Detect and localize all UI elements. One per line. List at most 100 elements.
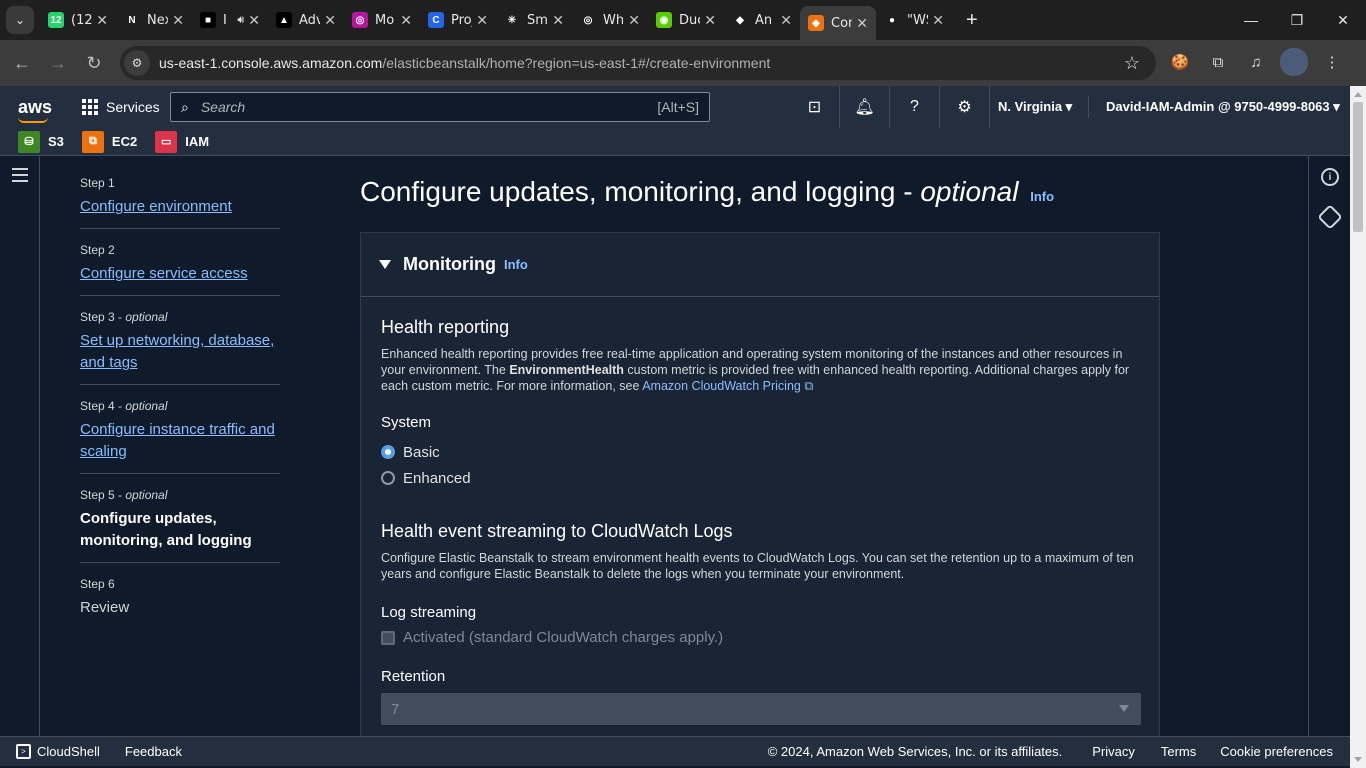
cloudshell-icon[interactable]: ⊡ [790, 86, 840, 128]
browser-tab[interactable]: 12 (12)✕ [40, 0, 116, 40]
tab-favicon-icon: ◎ [580, 12, 596, 28]
omnibox[interactable]: ⚙ us-east-1.console.aws.amazon.com/elast… [120, 46, 1156, 80]
step-title[interactable]: Configure instance traffic and scaling [80, 419, 280, 463]
browser-tab[interactable]: ✳ Sma✕ [496, 0, 572, 40]
health-streaming-description: Configure Elastic Beanstalk to stream en… [381, 551, 1134, 581]
radio-enhanced[interactable]: Enhanced [381, 465, 1139, 491]
tab-close-icon[interactable]: ✕ [96, 12, 108, 29]
terms-link[interactable]: Terms [1161, 744, 1196, 759]
log-streaming-checkbox[interactable]: Activated (standard CloudWatch charges a… [381, 629, 1139, 646]
tab-close-icon[interactable]: ✕ [400, 12, 412, 29]
tab-close-icon[interactable]: ✕ [704, 12, 716, 29]
services-menu-button[interactable]: Services [82, 99, 160, 115]
media-controls-icon[interactable]: ♫ [1242, 48, 1270, 76]
tab-close-icon[interactable]: ✕ [552, 12, 564, 29]
tab-close-icon[interactable]: ✕ [932, 12, 944, 29]
help-icon[interactable]: ? [890, 86, 940, 128]
hamburger-menu-icon[interactable] [12, 168, 28, 186]
account-menu[interactable]: David-IAM-Admin @ 9750-4999-8063 ▾ [1106, 99, 1340, 115]
tab-close-icon[interactable]: ✕ [628, 12, 640, 29]
minimize-button[interactable]: — [1228, 0, 1274, 40]
tab-strip: 12(12)✕NNex✕■I🔊︎✕▲Adv✕◎Mo✕CProj✕✳Sma✕◎Wh… [40, 0, 952, 40]
tab-close-icon[interactable]: ✕ [780, 12, 792, 29]
tab-close-icon[interactable]: ✕ [172, 12, 184, 29]
reload-button[interactable]: ↻ [76, 45, 112, 81]
close-window-button[interactable]: ✕ [1320, 0, 1366, 40]
browser-tab[interactable]: ◈ Con ✕ [800, 6, 876, 40]
wizard-step: Step 4 - optional Configure instance traf… [80, 399, 280, 474]
chevron-down-icon [1119, 705, 1129, 712]
settings-gear-icon[interactable]: ⚙ [940, 86, 990, 128]
profile-avatar[interactable] [1280, 48, 1308, 76]
back-button[interactable]: ← [4, 45, 40, 81]
tab-close-icon[interactable]: ✕ [856, 15, 868, 32]
info-panel-icon[interactable]: i [1321, 168, 1339, 186]
tab-title: I [223, 12, 227, 28]
cookie-preferences-link[interactable]: Cookie preferences [1220, 744, 1333, 759]
step-title[interactable]: Set up networking, database, and tags [80, 330, 280, 374]
radio-basic[interactable]: Basic [381, 439, 1139, 465]
tab-title: Nex [147, 12, 168, 28]
url-text[interactable]: us-east-1.console.aws.amazon.com/elastic… [159, 55, 770, 71]
extensions-puzzle-icon[interactable]: ⧉ [1204, 48, 1232, 76]
favorite-iam[interactable]: ▭ IAM [155, 130, 209, 153]
monitoring-info-link[interactable]: Info [504, 257, 528, 272]
wizard-step: Step 6 Review [80, 577, 280, 629]
search-input[interactable]: ⌕ Search [Alt+S] [170, 92, 710, 122]
wizard-step: Step 5 - optional Configure updates, moni… [80, 488, 280, 563]
ec2-icon: ⧉ [81, 130, 104, 153]
scrollbar-thumb[interactable] [1353, 102, 1363, 232]
tab-favicon-icon: ▲ [276, 12, 292, 28]
site-info-icon[interactable]: ⚙ [124, 50, 150, 76]
tab-audio-icon[interactable]: 🔊︎ [237, 14, 244, 27]
monitoring-panel: Monitoring Info Health reporting Enhance… [360, 232, 1160, 736]
tools-hexagon-icon[interactable] [1317, 204, 1343, 230]
browser-tab[interactable]: ◎ Mo ✕ [344, 0, 420, 40]
privacy-link[interactable]: Privacy [1092, 744, 1135, 759]
browser-tab[interactable]: ■ I 🔊︎ ✕ [192, 0, 268, 40]
cookie-extension-icon[interactable]: 🍪 [1166, 48, 1194, 76]
tab-favicon-icon: ◎ [352, 12, 368, 28]
forward-button[interactable]: → [40, 45, 76, 81]
browser-tab[interactable]: ◆ An ✕ [724, 0, 800, 40]
monitoring-header[interactable]: Monitoring Info [361, 233, 1159, 297]
cloudshell-footer-button[interactable]: > CloudShell [16, 744, 100, 759]
region-selector[interactable]: N. Virginia ▾ [998, 99, 1072, 115]
step-title[interactable]: Configure service access [80, 263, 280, 285]
browser-tab[interactable]: ● "WS✕ [876, 0, 952, 40]
wizard-steps: Step 1 Configure environment Step 2 Configu… [80, 176, 280, 643]
page-scrollbar[interactable] [1350, 86, 1366, 768]
step-title: Review [80, 599, 130, 616]
tab-close-icon[interactable]: ✕ [324, 12, 336, 29]
feedback-link[interactable]: Feedback [125, 744, 182, 759]
browser-tab[interactable]: ◉ Duc✕ [648, 0, 724, 40]
restore-button[interactable]: ❐ [1274, 0, 1320, 40]
tab-favicon-icon: 12 [48, 12, 64, 28]
tab-close-icon[interactable]: ✕ [248, 12, 260, 29]
step-title[interactable]: Configure environment [80, 196, 280, 218]
browser-tab[interactable]: ▲ Adv ✕ [268, 0, 344, 40]
system-label: System [381, 414, 432, 431]
retention-select[interactable]: 7 [381, 693, 1141, 725]
right-rail: i [1308, 156, 1350, 736]
tab-search-button[interactable]: ⌄ [6, 6, 34, 34]
s3-icon: ⛁ [18, 130, 40, 153]
notifications-bell-icon[interactable]: 🔔︎ [840, 86, 890, 128]
browser-tab[interactable]: N Nex✕ [116, 0, 192, 40]
caret-down-icon[interactable] [379, 260, 391, 269]
search-shortcut: [Alt+S] [657, 99, 699, 115]
tab-close-icon[interactable]: ✕ [476, 12, 488, 29]
bookmark-star-icon[interactable]: ☆ [1124, 53, 1140, 74]
new-tab-button[interactable]: + [966, 9, 978, 32]
browser-tab[interactable]: ◎ Wh ✕ [572, 0, 648, 40]
wizard-step: Step 1 Configure environment [80, 176, 280, 229]
browser-menu-icon[interactable]: ⋮ [1318, 48, 1346, 76]
tab-title: (12) [71, 12, 93, 28]
favorite-s3[interactable]: ⛁ S3 [18, 130, 64, 153]
wizard-step: Step 2 Configure service access [80, 243, 280, 296]
browser-tab[interactable]: C Proj✕ [420, 0, 496, 40]
page-info-link[interactable]: Info [1030, 189, 1054, 204]
cloudwatch-pricing-link[interactable]: Amazon CloudWatch Pricing ⧉ [642, 379, 813, 393]
aws-logo[interactable]: aws [18, 97, 62, 123]
favorite-ec2[interactable]: ⧉ EC2 [81, 130, 137, 153]
